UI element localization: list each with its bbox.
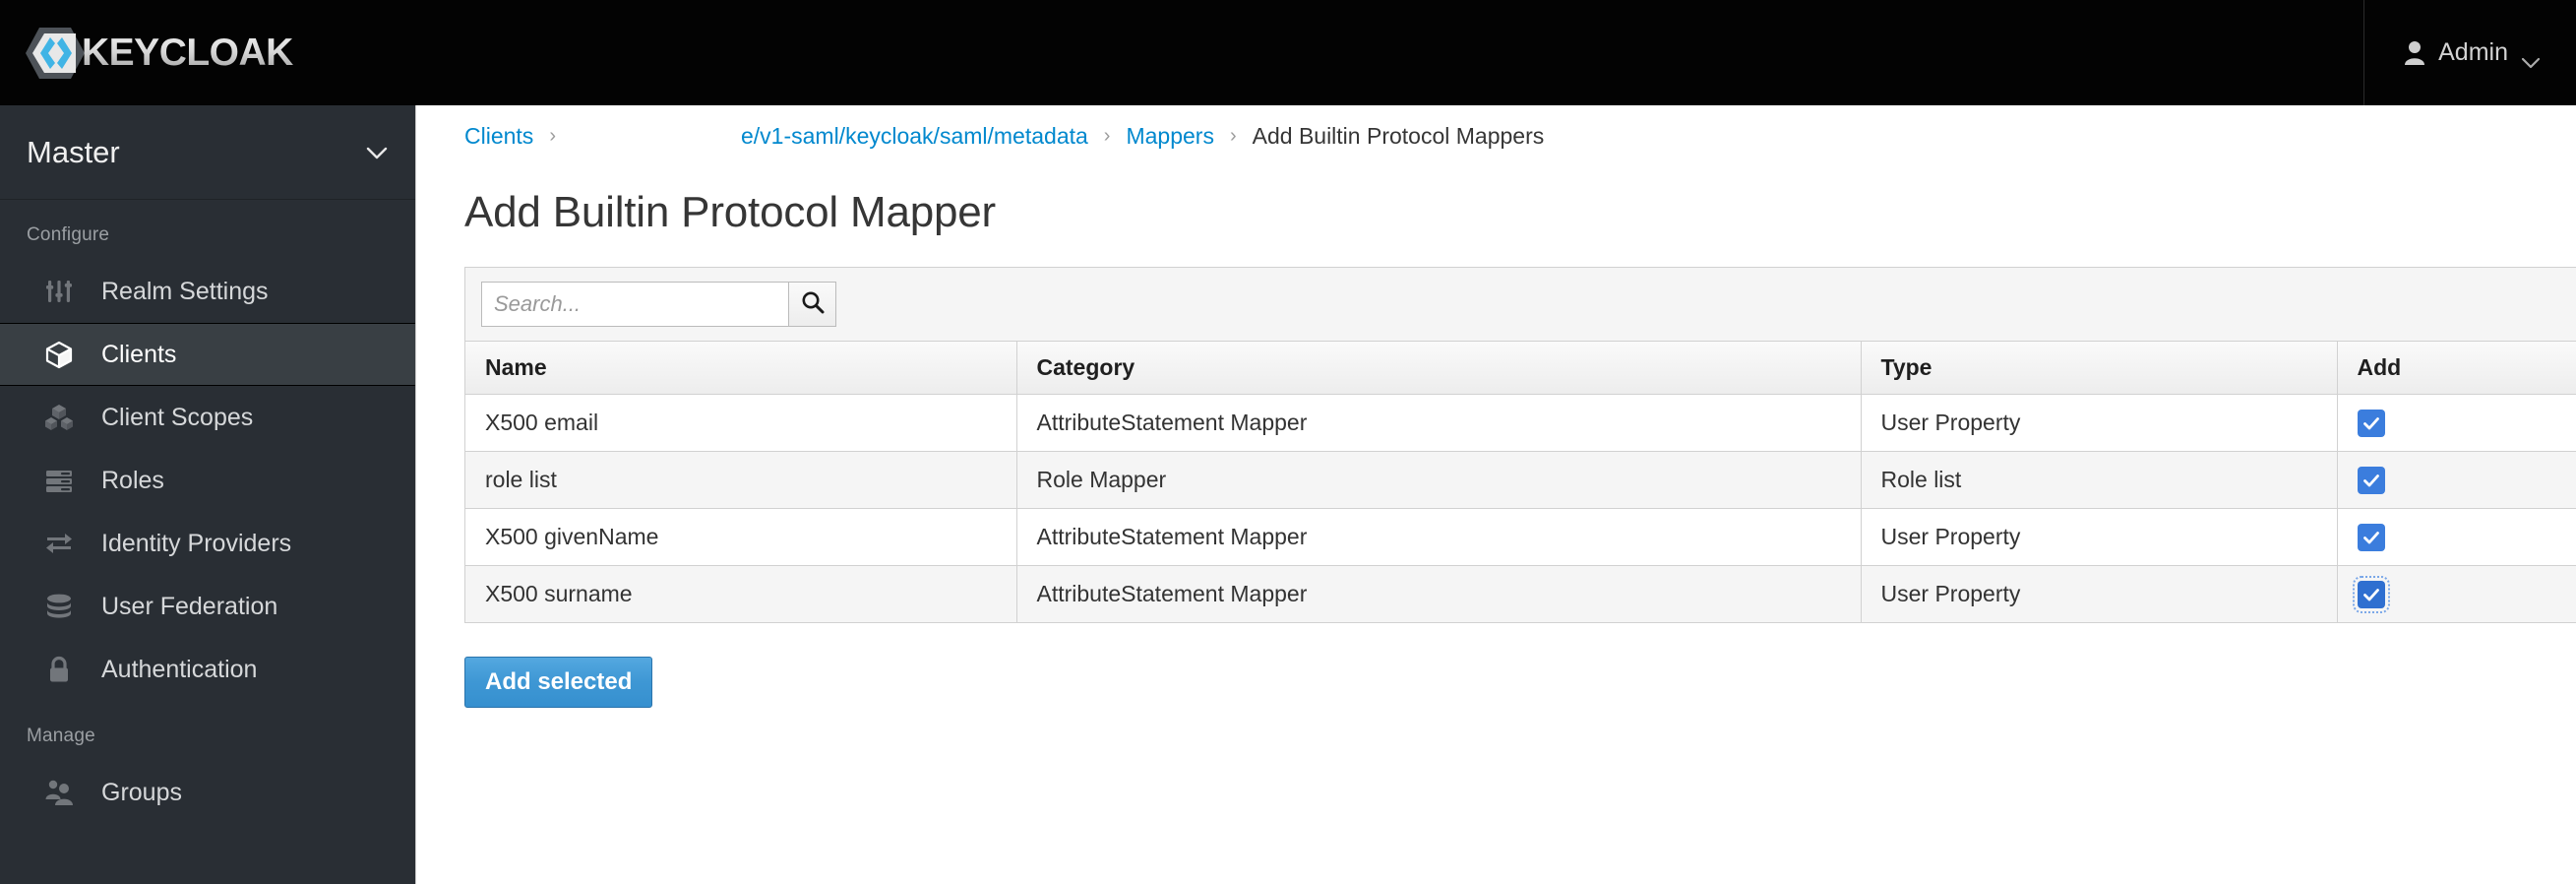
add-checkbox[interactable] bbox=[2357, 523, 2385, 551]
cell-add bbox=[2337, 565, 2576, 622]
cell-name: X500 givenName bbox=[465, 508, 1017, 566]
cell-name: X500 surname bbox=[465, 565, 1017, 622]
sidebar-item-clients[interactable]: Clients bbox=[0, 323, 415, 386]
column-header-add: Add bbox=[2337, 342, 2576, 395]
cell-add bbox=[2337, 394, 2576, 452]
breadcrumb-item-mappers[interactable]: Mappers bbox=[1126, 123, 1213, 150]
sidebar-item-label: Authentication bbox=[101, 655, 258, 683]
sidebar-item-roles[interactable]: Roles bbox=[0, 449, 415, 512]
breadcrumb-item-clients[interactable]: Clients bbox=[464, 123, 533, 150]
search-icon bbox=[800, 289, 826, 320]
page-title: Add Builtin Protocol Mapper bbox=[464, 188, 997, 236]
masthead-right: Admin bbox=[2363, 0, 2576, 105]
exchange-arrows-icon bbox=[44, 529, 82, 558]
chevron-down-icon bbox=[365, 146, 389, 159]
sidebar: Master Configure Realm Settings Clients … bbox=[0, 105, 416, 884]
lock-icon bbox=[44, 655, 82, 684]
sidebar-item-label: Clients bbox=[101, 340, 177, 368]
cell-type: User Property bbox=[1861, 394, 2338, 452]
sidebar-item-client-scopes[interactable]: Client Scopes bbox=[0, 386, 415, 449]
main-content: Clients › e/v1-saml/keycloak/saml/metada… bbox=[417, 105, 2576, 884]
cell-category: AttributeStatement Mapper bbox=[1016, 394, 1862, 452]
sidebar-item-identity-providers[interactable]: Identity Providers bbox=[0, 512, 415, 575]
search-button[interactable] bbox=[788, 282, 836, 327]
keycloak-logo-icon bbox=[25, 26, 86, 81]
table-row: role list Role Mapper Role list bbox=[465, 451, 2576, 509]
breadcrumb: Clients › e/v1-saml/keycloak/saml/metada… bbox=[464, 105, 2529, 166]
sidebar-item-label: Client Scopes bbox=[101, 403, 254, 431]
add-selected-button[interactable]: Add selected bbox=[464, 656, 653, 708]
cell-category: AttributeStatement Mapper bbox=[1016, 508, 1862, 566]
sidebar-item-label: Identity Providers bbox=[101, 529, 292, 557]
cell-type: Role list bbox=[1861, 451, 2338, 509]
search-input[interactable] bbox=[481, 282, 788, 327]
sliders-icon bbox=[44, 277, 82, 306]
add-checkbox[interactable] bbox=[2352, 575, 2390, 613]
table-row: X500 email AttributeStatement Mapper Use… bbox=[465, 394, 2576, 452]
sidebar-item-authentication[interactable]: Authentication bbox=[0, 638, 415, 701]
table-toolbar bbox=[465, 268, 2576, 342]
user-avatar-icon bbox=[2404, 40, 2425, 65]
cell-name: X500 email bbox=[465, 394, 1017, 452]
breadcrumb-separator-icon: › bbox=[549, 124, 556, 147]
mappers-panel: Name Category Type Add X500 email Attrib… bbox=[464, 267, 2576, 623]
table-row: X500 surname AttributeStatement Mapper U… bbox=[465, 565, 2576, 622]
table-head: Name Category Type Add bbox=[465, 342, 2576, 395]
sidebar-section-manage-label: Manage bbox=[27, 726, 95, 746]
cube-icon bbox=[44, 340, 82, 369]
cell-type: User Property bbox=[1861, 565, 2338, 622]
sidebar-item-label: Roles bbox=[101, 466, 164, 494]
breadcrumb-separator-icon: › bbox=[1103, 124, 1111, 147]
sidebar-item-user-federation[interactable]: User Federation bbox=[0, 575, 415, 638]
add-checkbox[interactable] bbox=[2357, 466, 2385, 494]
table-row: X500 givenName AttributeStatement Mapper… bbox=[465, 508, 2576, 566]
sidebar-item-label: Realm Settings bbox=[101, 277, 269, 305]
realm-selector[interactable]: Master bbox=[0, 105, 415, 200]
table-header-row: Name Category Type Add bbox=[465, 342, 2576, 395]
cubes-icon bbox=[44, 403, 82, 432]
sidebar-section-configure-label: Configure bbox=[27, 224, 110, 245]
chevron-down-icon bbox=[2521, 47, 2541, 68]
cell-add bbox=[2337, 508, 2576, 566]
breadcrumb-item-current: Add Builtin Protocol Mappers bbox=[1252, 122, 1545, 149]
database-icon bbox=[44, 592, 82, 621]
users-icon bbox=[44, 778, 82, 807]
add-checkbox[interactable] bbox=[2357, 409, 2385, 437]
list-icon bbox=[44, 466, 82, 495]
sidebar-item-realm-settings[interactable]: Realm Settings bbox=[0, 260, 415, 323]
brand-logo-link[interactable]: KEYCLOAK bbox=[25, 26, 293, 81]
realm-selector-label: Master bbox=[27, 134, 120, 169]
cell-name: role list bbox=[465, 451, 1017, 509]
builtin-mappers-table: Name Category Type Add X500 email Attrib… bbox=[465, 342, 2576, 622]
cell-type: User Property bbox=[1861, 508, 2338, 566]
column-header-category: Category bbox=[1016, 342, 1862, 395]
masthead: KEYCLOAK Admin bbox=[0, 0, 2576, 105]
breadcrumb-item-client-id[interactable]: e/v1-saml/keycloak/saml/metadata bbox=[741, 123, 1088, 150]
table-body: X500 email AttributeStatement Mapper Use… bbox=[465, 394, 2576, 622]
sidebar-item-label: Groups bbox=[101, 778, 182, 806]
breadcrumb-separator-icon: › bbox=[1229, 124, 1237, 147]
brand-name: KEYCLOAK bbox=[82, 31, 293, 74]
user-menu-label: Admin bbox=[2438, 38, 2508, 66]
user-menu[interactable]: Admin bbox=[2404, 38, 2541, 68]
cell-add bbox=[2337, 451, 2576, 509]
column-header-name: Name bbox=[465, 342, 1017, 395]
cell-category: Role Mapper bbox=[1016, 451, 1862, 509]
search-group bbox=[481, 282, 836, 327]
sidebar-item-groups[interactable]: Groups bbox=[0, 761, 415, 824]
sidebar-item-label: User Federation bbox=[101, 592, 278, 620]
cell-category: AttributeStatement Mapper bbox=[1016, 565, 1862, 622]
column-header-type: Type bbox=[1861, 342, 2338, 395]
